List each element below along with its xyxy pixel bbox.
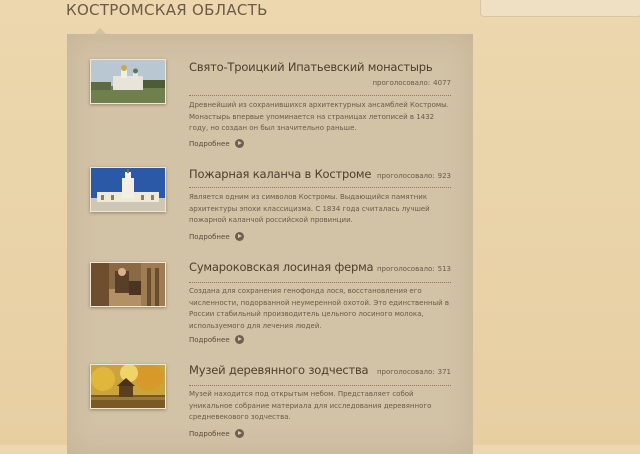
place-thumbnail[interactable] (90, 59, 166, 104)
more-label: Подробнее (189, 429, 230, 438)
more-link[interactable]: Подробнее (189, 232, 244, 241)
divider (189, 282, 451, 283)
vote-label: проголосовало: (376, 265, 435, 273)
vote-number: 371 (437, 368, 451, 376)
arrow-circle-icon (234, 429, 244, 438)
vote-count: проголосовало: 371 (377, 368, 451, 376)
place-thumbnail[interactable] (90, 364, 166, 409)
place-thumbnail[interactable] (90, 167, 166, 212)
vote-number: 4077 (433, 79, 451, 87)
vote-label: проголосовало: (376, 368, 435, 376)
region-title: КОСТРОМСКАЯ ОБЛАСТЬ (66, 1, 268, 19)
divider (189, 187, 451, 188)
place-title[interactable]: Свято-Троицкий Ипатьевский монастырь (189, 60, 433, 74)
more-link[interactable]: Подробнее (189, 139, 244, 148)
place-description: Является одним из символов Костромы. Выд… (189, 193, 430, 224)
place-title[interactable]: Пожарная каланча в Костроме (189, 167, 371, 181)
vote-count: проголосовало: 4077 (372, 79, 451, 87)
vote-count: проголосовало: 923 (377, 172, 451, 180)
sidebar-box (480, 0, 640, 17)
more-link[interactable]: Подробнее (189, 335, 244, 344)
elk-farm-photo-icon (91, 263, 165, 306)
more-label: Подробнее (189, 139, 230, 148)
vote-label: проголосовало: (372, 79, 431, 87)
vote-count: проголосовало: 513 (377, 265, 451, 273)
vote-label: проголосовало: (376, 172, 435, 180)
place-description: Древнейший из сохранившихся архитектурны… (189, 101, 449, 132)
arrow-circle-icon (234, 139, 244, 148)
vote-number: 923 (437, 172, 451, 180)
place-thumbnail[interactable] (90, 262, 166, 307)
place-title[interactable]: Сумароковская лосиная ферма (189, 260, 374, 274)
wooden-museum-photo-icon (91, 365, 165, 408)
place-description: Музей находится под открытым небом. Пред… (189, 390, 432, 421)
monastery-photo-icon (91, 60, 165, 103)
divider (189, 95, 451, 96)
divider (189, 385, 451, 386)
more-link[interactable]: Подробнее (189, 429, 244, 438)
place-description: Создана для сохранения генофонда лося, в… (189, 287, 450, 330)
places-panel: Свято-Троицкий Ипатьевский монастырь про… (67, 34, 473, 454)
more-label: Подробнее (189, 232, 230, 241)
fire-tower-photo-icon (91, 168, 165, 211)
vote-number: 513 (437, 265, 451, 273)
arrow-circle-icon (234, 335, 244, 344)
place-title[interactable]: Музей деревянного зодчества (189, 363, 369, 377)
arrow-circle-icon (234, 232, 244, 241)
more-label: Подробнее (189, 335, 230, 344)
